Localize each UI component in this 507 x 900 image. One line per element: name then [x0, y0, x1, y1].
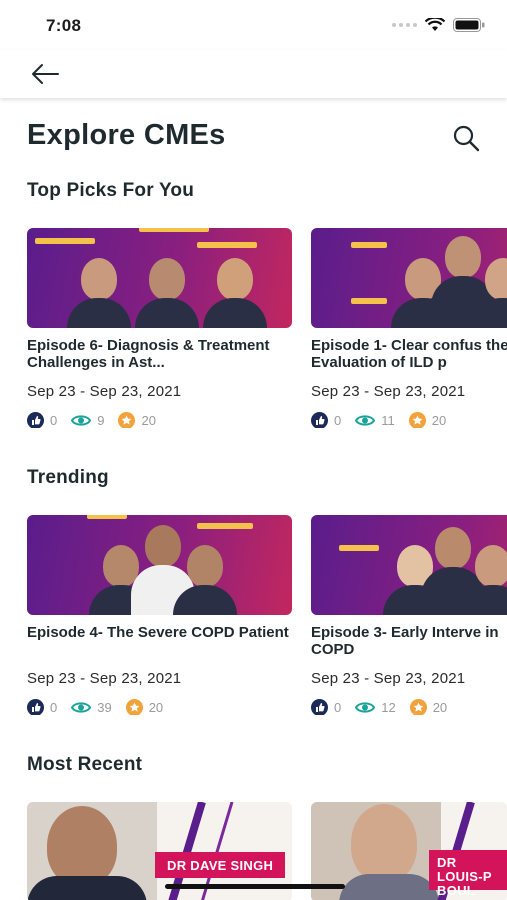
cme-card-title: Episode 6- Diagnosis & Treatment Challen… — [27, 337, 270, 371]
likes-stat: 0 — [27, 411, 58, 428]
back-button[interactable] — [30, 62, 64, 86]
page-title: Explore CMEs — [27, 119, 226, 151]
cme-card[interactable]: Episode 1- Clear confus the Evaluation o… — [311, 228, 507, 428]
signal-icon — [392, 23, 417, 27]
eye-icon — [355, 701, 376, 713]
search-button[interactable] — [452, 124, 482, 154]
status-icons — [392, 18, 485, 32]
cme-card[interactable]: Episode 4- The Severe COPD Patient Sep 2… — [27, 515, 292, 715]
section-title-top-picks: Top Picks For You — [27, 180, 195, 201]
thumbs-up-icon — [311, 698, 328, 715]
battery-icon — [453, 18, 485, 32]
carousel-top-picks[interactable]: Episode 6- Diagnosis & Treatment Challen… — [27, 228, 507, 428]
cme-card-date: Sep 23 - Sep 23, 2021 — [311, 670, 466, 687]
cme-card[interactable]: Episode 3- Early Interve in COPD Sep 23 … — [311, 515, 507, 715]
points-count: 20 — [432, 699, 448, 715]
points-stat: 20 — [125, 698, 164, 715]
cme-card-date: Sep 23 - Sep 23, 2021 — [27, 383, 182, 400]
views-count: 9 — [97, 412, 105, 428]
points-stat: 20 — [409, 698, 448, 715]
views-stat: 39 — [71, 699, 112, 716]
eye-icon — [71, 701, 92, 713]
views-count: 11 — [381, 412, 395, 428]
wifi-icon — [425, 18, 445, 31]
star-icon — [408, 411, 426, 428]
likes-count: 0 — [334, 412, 342, 428]
likes-stat: 0 — [27, 698, 58, 715]
likes-count: 0 — [334, 699, 342, 715]
star-icon — [118, 411, 136, 428]
eye-icon — [71, 414, 92, 426]
thumbs-up-icon — [27, 411, 44, 428]
section-title-trending: Trending — [27, 467, 109, 488]
cme-thumbnail — [311, 515, 507, 615]
thumbs-up-icon — [27, 698, 44, 715]
views-count: 12 — [381, 699, 396, 715]
cme-card-title: Episode 4- The Severe COPD Patient — [27, 624, 289, 641]
eye-icon — [355, 414, 376, 426]
points-count: 20 — [148, 699, 164, 715]
speaker-name-tag: DR DAVE SINGH — [155, 852, 286, 878]
views-stat: 11 — [355, 412, 395, 429]
cme-card-date: Sep 23 - Sep 23, 2021 — [311, 383, 466, 400]
nav-bar — [0, 50, 507, 98]
points-stat: 20 — [408, 411, 447, 428]
cme-card-title: Episode 3- Early Interve in COPD — [311, 624, 499, 658]
star-icon — [409, 698, 427, 715]
points-stat: 20 — [118, 411, 156, 428]
likes-stat: 0 — [311, 698, 342, 715]
points-count: 20 — [141, 412, 156, 428]
cme-card-title: Episode 1- Clear confus the Evaluation o… — [311, 337, 507, 371]
likes-count: 0 — [50, 412, 58, 428]
carousel-trending[interactable]: Episode 4- The Severe COPD Patient Sep 2… — [27, 515, 507, 715]
views-stat: 12 — [355, 699, 396, 716]
arrow-left-icon — [32, 64, 59, 84]
cme-card[interactable]: Episode 6- Diagnosis & Treatment Challen… — [27, 228, 292, 428]
cme-card-stats: 0 9 20 — [27, 411, 292, 428]
points-count: 20 — [431, 412, 447, 428]
cme-thumbnail — [311, 228, 507, 328]
cme-thumbnail — [27, 228, 292, 328]
speaker-name-tag: DR LOUIS-P BOUL — [429, 850, 507, 898]
likes-count: 0 — [50, 699, 58, 715]
cme-card-stats: 0 12 20 — [311, 698, 507, 715]
search-icon — [453, 125, 480, 152]
cme-card-stats: 0 11 20 — [311, 411, 507, 428]
likes-stat: 0 — [311, 411, 342, 428]
status-time: 7:08 — [46, 16, 82, 35]
star-icon — [125, 698, 143, 715]
cme-thumbnail — [27, 515, 292, 615]
views-count: 39 — [97, 699, 112, 715]
section-title-most-recent: Most Recent — [27, 754, 143, 775]
home-indicator — [165, 884, 345, 889]
cme-card-stats: 0 39 20 — [27, 698, 292, 715]
thumbs-up-icon — [311, 411, 328, 428]
status-bar: 7:08 — [0, 0, 507, 50]
views-stat: 9 — [71, 412, 104, 429]
cme-card-date: Sep 23 - Sep 23, 2021 — [27, 670, 182, 687]
